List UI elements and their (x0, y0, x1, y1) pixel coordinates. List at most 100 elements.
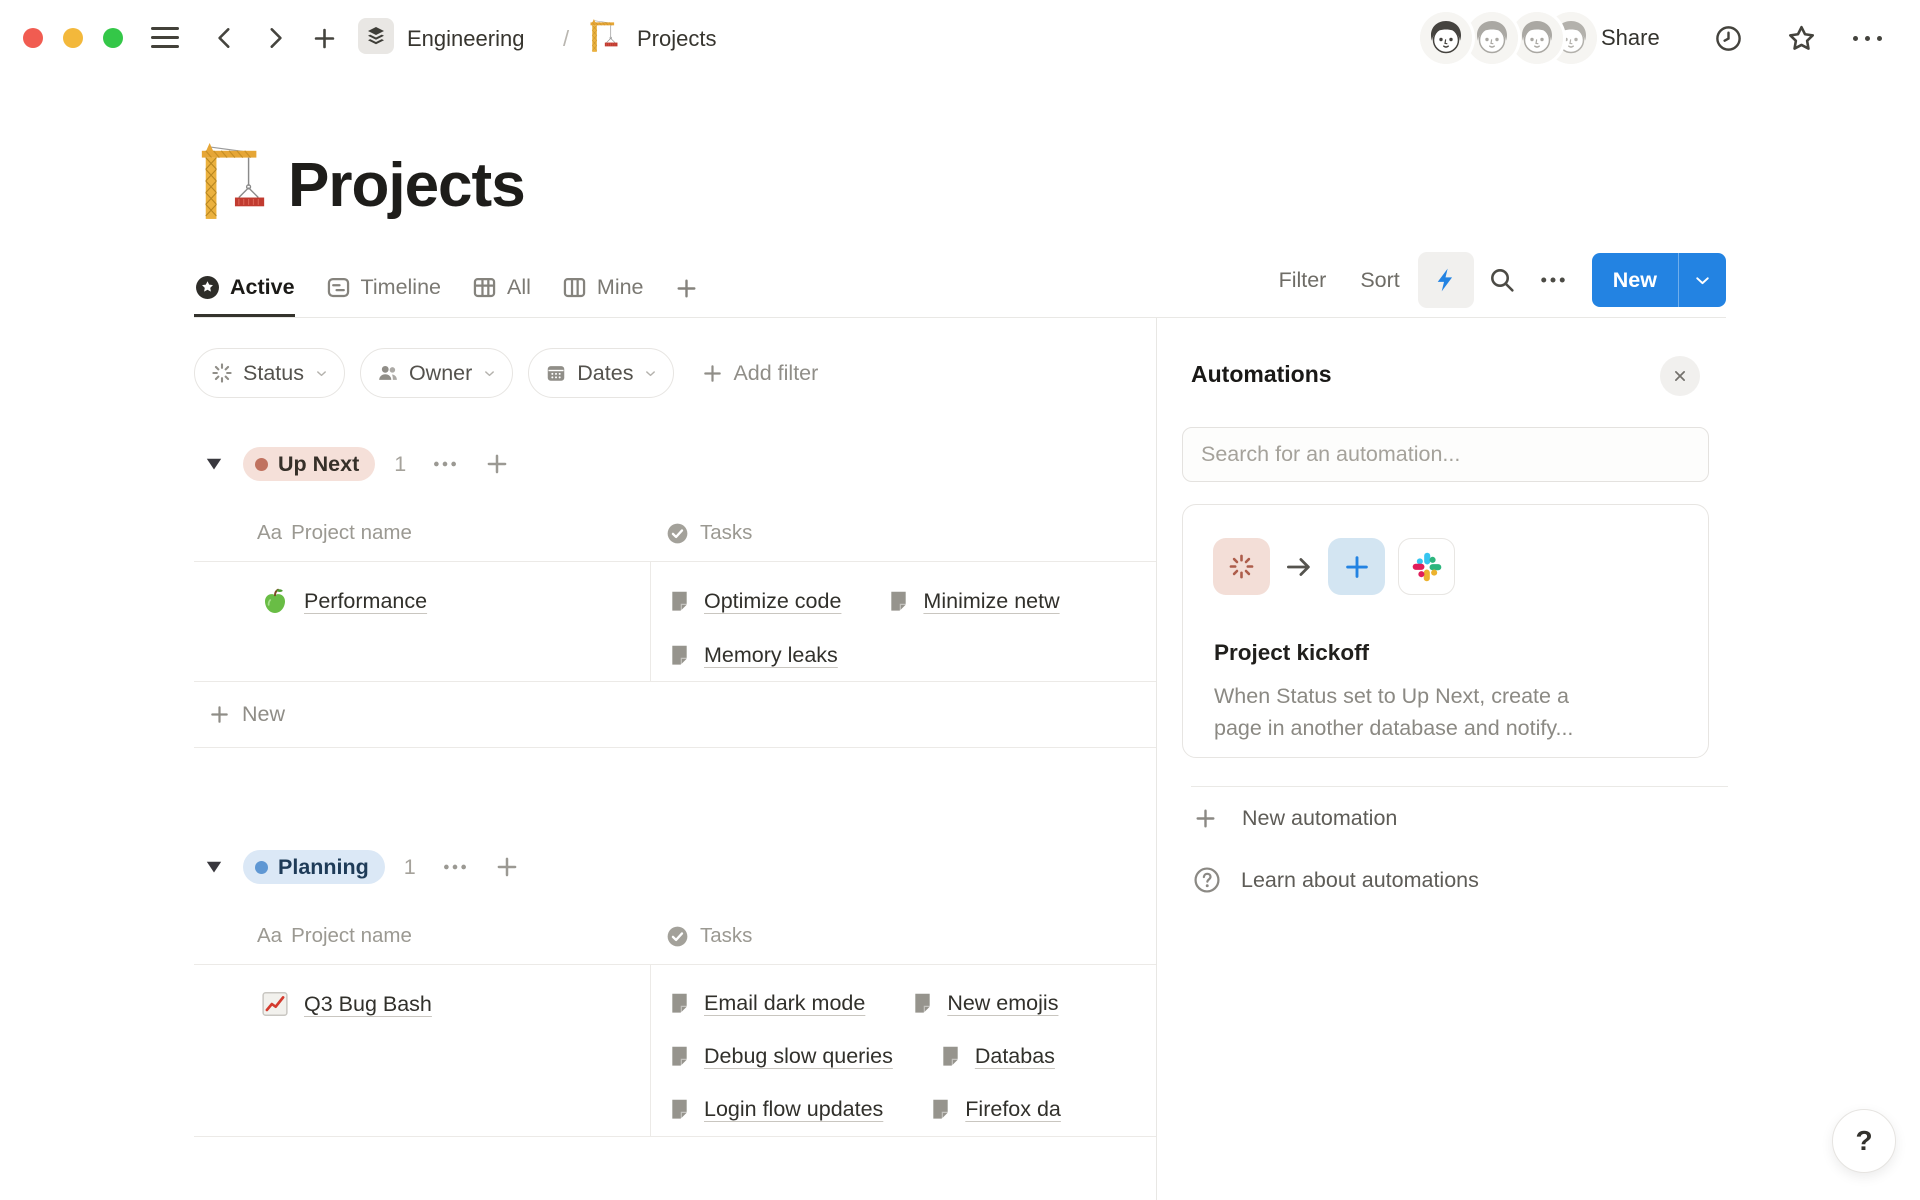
task-page-link[interactable]: Databas (939, 1044, 1055, 1069)
timeline-icon (325, 274, 352, 301)
learn-label: Learn about automations (1241, 868, 1479, 893)
favorite-star-icon[interactable] (1786, 23, 1817, 54)
status-badge-planning[interactable]: Planning (243, 850, 385, 884)
sort-button[interactable]: Sort (1360, 268, 1399, 293)
column-header-project-name[interactable]: Aa Project name (257, 505, 412, 561)
page-icon (929, 1098, 952, 1121)
more-options-icon[interactable] (1853, 36, 1882, 41)
learn-about-automations-link[interactable]: Learn about automations (1193, 866, 1479, 894)
tab-active[interactable]: Active (194, 274, 295, 317)
page-crane-emoji[interactable] (196, 140, 270, 220)
project-page-link[interactable]: Q3 Bug Bash (304, 992, 432, 1017)
page-icon (668, 590, 691, 613)
new-record-button[interactable]: New (1592, 253, 1726, 307)
status-burst-icon (1228, 553, 1255, 580)
close-window-button[interactable] (23, 28, 43, 48)
task-page-link[interactable]: Memory leaks (668, 643, 838, 668)
table-row[interactable]: Q3 Bug Bash Email dark mode New emojis D… (194, 965, 1156, 1137)
close-panel-button[interactable] (1660, 356, 1700, 396)
search-icon[interactable] (1488, 266, 1516, 294)
check-circle-icon (666, 925, 689, 948)
avatar[interactable] (1420, 12, 1472, 64)
tasks-cell[interactable]: Email dark mode New emojis Debug slow qu… (668, 965, 1152, 1136)
chip-label: Dates (577, 361, 633, 386)
task-label: Databas (975, 1044, 1055, 1069)
help-button[interactable]: ? (1832, 1109, 1896, 1173)
page-icon (887, 590, 910, 613)
new-automation-button[interactable]: New automation (1193, 806, 1397, 831)
filter-chip-owner[interactable]: Owner (360, 348, 513, 398)
task-label: Login flow updates (704, 1097, 883, 1122)
status-badge-up-next[interactable]: Up Next (243, 447, 375, 481)
automation-search-input[interactable] (1182, 427, 1709, 482)
column-header-project-name[interactable]: Aa Project name (257, 908, 412, 964)
automation-flow-icons (1213, 538, 1455, 595)
project-page-link[interactable]: Performance (304, 589, 427, 614)
column-label: Tasks (700, 521, 752, 545)
project-name-cell[interactable]: Q3 Bug Bash (260, 977, 432, 1031)
group-count: 1 (394, 452, 406, 477)
tab-all[interactable]: All (471, 274, 531, 317)
new-row-button[interactable]: New (194, 682, 1156, 748)
tab-timeline[interactable]: Timeline (325, 274, 441, 317)
automations-button[interactable] (1418, 252, 1474, 308)
filter-chip-dates[interactable]: Dates (528, 348, 674, 398)
task-page-link[interactable]: Minimize netw (887, 589, 1059, 614)
project-name-cell[interactable]: Performance (260, 574, 427, 628)
filter-chip-status[interactable]: Status (194, 348, 345, 398)
new-page-icon[interactable] (311, 25, 338, 52)
collapse-triangle-icon[interactable] (206, 861, 222, 873)
breadcrumb-workspace[interactable]: Engineering (407, 26, 524, 52)
column-header-tasks[interactable]: Tasks (666, 505, 752, 561)
tasks-cell[interactable]: Optimize code Minimize netw Memory leaks (668, 562, 1152, 681)
description-line: page in another database and notify... (1214, 713, 1573, 745)
task-label: Debug slow queries (704, 1044, 893, 1069)
column-header-tasks[interactable]: Tasks (666, 908, 752, 964)
group-options-icon[interactable] (441, 853, 469, 881)
green-apple-emoji (260, 586, 290, 616)
panel-divider[interactable] (1156, 318, 1157, 1200)
add-filter-button[interactable]: Add filter (701, 361, 818, 386)
collapse-triangle-icon[interactable] (206, 458, 222, 470)
plus-icon (1193, 806, 1218, 831)
group-options-icon[interactable] (431, 450, 459, 478)
group-add-icon[interactable] (494, 854, 520, 880)
updates-clock-icon[interactable] (1714, 24, 1743, 53)
filter-button[interactable]: Filter (1279, 268, 1327, 293)
zoom-window-button[interactable] (103, 28, 123, 48)
automation-card-project-kickoff[interactable]: Project kickoff When Status set to Up Ne… (1182, 504, 1709, 758)
new-button-dropdown[interactable] (1679, 253, 1726, 307)
group-header-planning: Planning 1 (194, 846, 1156, 888)
avatar[interactable] (1466, 12, 1518, 64)
workspace-layers-icon[interactable] (358, 18, 394, 54)
automations-panel-title: Automations (1191, 361, 1332, 388)
sidebar-menu-icon[interactable] (151, 27, 179, 48)
group-add-icon[interactable] (484, 451, 510, 477)
task-page-link[interactable]: Firefox da (929, 1097, 1061, 1122)
tab-label: Timeline (361, 275, 441, 300)
back-icon[interactable] (212, 24, 238, 52)
column-divider (650, 562, 651, 681)
task-page-link[interactable]: Login flow updates (668, 1097, 883, 1122)
task-page-link[interactable]: Debug slow queries (668, 1044, 893, 1069)
task-page-link[interactable]: Email dark mode (668, 991, 865, 1016)
chevron-down-icon (482, 366, 497, 381)
breadcrumb-page[interactable]: Projects (637, 26, 716, 52)
task-page-link[interactable]: New emojis (911, 991, 1058, 1016)
table-row[interactable]: Performance Optimize code Minimize netw … (194, 562, 1156, 682)
minimize-window-button[interactable] (63, 28, 83, 48)
add-view-button[interactable] (674, 276, 699, 317)
status-dot (255, 861, 268, 874)
forward-icon[interactable] (262, 24, 288, 52)
task-page-link[interactable]: Optimize code (668, 589, 841, 614)
page-title[interactable]: Projects (288, 150, 525, 221)
view-options-icon[interactable] (1538, 265, 1568, 295)
page-icon (668, 1045, 691, 1068)
tab-mine[interactable]: Mine (561, 274, 644, 317)
avatar[interactable] (1511, 12, 1563, 64)
description-line: When Status set to Up Next, create a (1214, 681, 1573, 713)
automation-title: Project kickoff (1214, 640, 1369, 666)
share-button[interactable]: Share (1601, 25, 1660, 51)
task-label: Memory leaks (704, 643, 838, 668)
new-button-label[interactable]: New (1592, 253, 1678, 307)
